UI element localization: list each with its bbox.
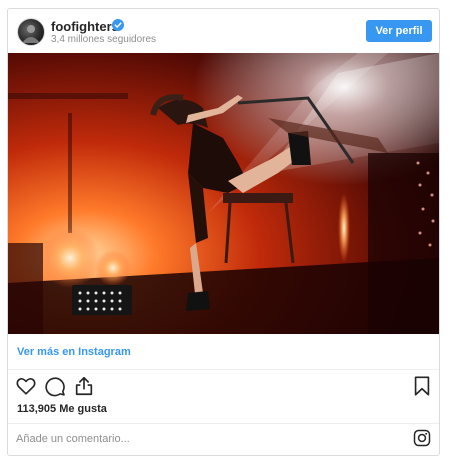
profile-avatar[interactable] (17, 18, 45, 46)
share-icon[interactable] (73, 375, 95, 397)
bookmark-icon[interactable] (411, 375, 433, 397)
verified-badge-icon (112, 19, 124, 31)
comment-input[interactable] (16, 428, 396, 450)
view-more-on-instagram-link[interactable]: Ver más en Instagram (17, 346, 131, 358)
comment-bubble-icon[interactable] (44, 375, 66, 397)
heart-icon[interactable] (15, 375, 37, 397)
view-profile-button[interactable]: Ver perfil (366, 20, 432, 42)
divider (8, 423, 439, 424)
follower-count: 3,4 millones seguidores (51, 34, 157, 45)
instagram-logo-icon[interactable] (413, 429, 431, 447)
account-username[interactable]: foofighters (51, 19, 119, 34)
divider (8, 369, 439, 370)
post-photo[interactable] (8, 53, 439, 334)
instagram-embed-card: foofighters 3,4 millones seguidores Ver … (7, 8, 440, 456)
like-count[interactable]: 113,905 Me gusta (17, 403, 107, 415)
post-header: foofighters 3,4 millones seguidores Ver … (8, 9, 439, 53)
